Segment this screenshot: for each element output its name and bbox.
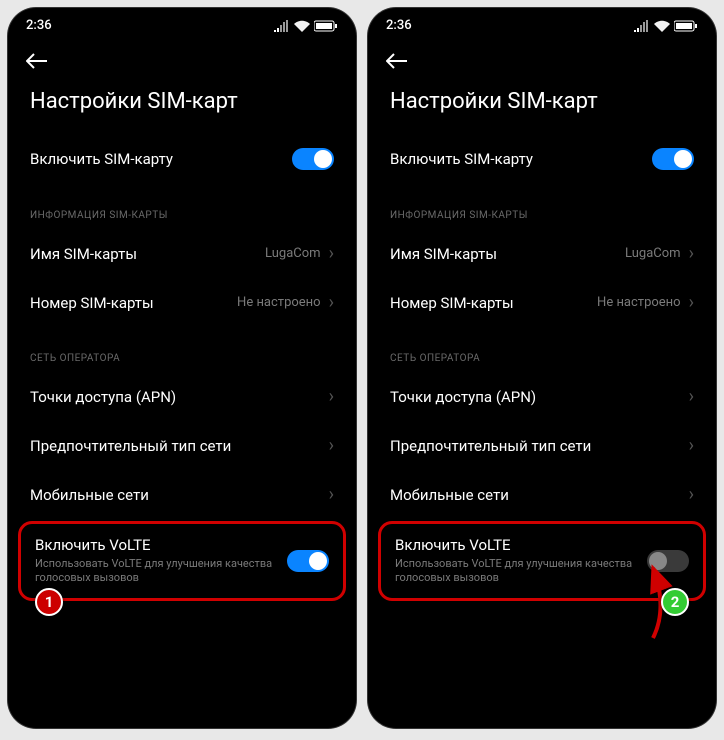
volte-toggle-off[interactable] <box>647 550 689 572</box>
sim-enable-toggle[interactable] <box>652 148 694 170</box>
sim-number-value: Не настроено <box>237 295 321 310</box>
sim-name-value: LugaCom <box>625 246 681 261</box>
signal-icon <box>634 20 650 32</box>
mobile-net-label: Мобильные сети <box>30 486 329 504</box>
sim-enable-label: Включить SIM-карту <box>30 150 292 168</box>
highlight-volte-2: Включить VoLTE Использовать VoLTE для ул… <box>378 521 706 601</box>
row-sim-enable[interactable]: Включить SIM-карту <box>8 134 356 184</box>
row-mobile-net[interactable]: Мобильные сети › <box>368 470 716 519</box>
chevron-right-icon: › <box>689 435 694 456</box>
wifi-icon <box>654 20 670 32</box>
battery-icon <box>674 20 698 32</box>
row-sim-name[interactable]: Имя SIM-карты LugaCom › <box>8 229 356 278</box>
section-network: СЕТЬ ОПЕРАТОРА <box>368 327 716 372</box>
row-sim-name[interactable]: Имя SIM-карты LugaCom › <box>368 229 716 278</box>
phone-screenshot-2: 2:36 Настройки SIM-карт Включить SIM-кар… <box>368 8 716 728</box>
nav-row <box>368 39 716 81</box>
volte-label: Включить VoLTE <box>35 536 287 554</box>
row-sim-number[interactable]: Номер SIM-карты Не настроено › <box>8 278 356 327</box>
status-time: 2:36 <box>386 18 412 33</box>
chevron-right-icon: › <box>329 292 334 313</box>
volte-toggle-on[interactable] <box>287 550 329 572</box>
sim-number-label: Номер SIM-карты <box>390 294 597 312</box>
row-sim-enable[interactable]: Включить SIM-карту <box>368 134 716 184</box>
back-arrow-icon <box>386 53 408 69</box>
row-sim-number[interactable]: Номер SIM-карты Не настроено › <box>368 278 716 327</box>
volte-desc: Использовать VoLTE для улучшения качеств… <box>395 557 647 586</box>
status-icons <box>634 20 698 32</box>
page-title: Настройки SIM-карт <box>368 81 716 134</box>
signal-icon <box>274 20 290 32</box>
apn-label: Точки доступа (APN) <box>390 388 689 406</box>
section-network: СЕТЬ ОПЕРАТОРА <box>8 327 356 372</box>
back-button[interactable] <box>386 53 408 73</box>
sim-name-label: Имя SIM-карты <box>30 245 265 263</box>
phone-screenshot-1: 2:36 Настройки SIM-карт Включить SIM-кар… <box>8 8 356 728</box>
chevron-right-icon: › <box>329 484 334 505</box>
sim-name-value: LugaCom <box>265 246 321 261</box>
status-bar: 2:36 <box>8 8 356 39</box>
row-volte[interactable]: Включить VoLTE Использовать VoLTE для ул… <box>381 524 703 598</box>
nav-row <box>8 39 356 81</box>
chevron-right-icon: › <box>329 243 334 264</box>
sim-enable-toggle[interactable] <box>292 148 334 170</box>
section-sim-info: ИНФОРМАЦИЯ SIM-КАРТЫ <box>368 184 716 229</box>
annotation-badge-2: 2 <box>661 588 689 616</box>
net-type-label: Предпочтительный тип сети <box>30 437 329 455</box>
back-button[interactable] <box>26 53 48 73</box>
status-bar: 2:36 <box>368 8 716 39</box>
net-type-label: Предпочтительный тип сети <box>390 437 689 455</box>
section-sim-info: ИНФОРМАЦИЯ SIM-КАРТЫ <box>8 184 356 229</box>
row-net-type[interactable]: Предпочтительный тип сети › <box>8 421 356 470</box>
page-title: Настройки SIM-карт <box>8 81 356 134</box>
volte-label: Включить VoLTE <box>395 536 647 554</box>
apn-label: Точки доступа (APN) <box>30 388 329 406</box>
sim-enable-label: Включить SIM-карту <box>390 150 652 168</box>
row-apn[interactable]: Точки доступа (APN) › <box>368 372 716 421</box>
sim-name-label: Имя SIM-карты <box>390 245 625 263</box>
chevron-right-icon: › <box>329 435 334 456</box>
row-apn[interactable]: Точки доступа (APN) › <box>8 372 356 421</box>
chevron-right-icon: › <box>689 484 694 505</box>
row-volte[interactable]: Включить VoLTE Использовать VoLTE для ул… <box>21 524 343 598</box>
chevron-right-icon: › <box>689 386 694 407</box>
status-time: 2:36 <box>26 18 52 33</box>
sim-number-value: Не настроено <box>597 295 681 310</box>
sim-number-label: Номер SIM-карты <box>30 294 237 312</box>
chevron-right-icon: › <box>689 292 694 313</box>
highlight-volte-1: Включить VoLTE Использовать VoLTE для ул… <box>18 521 346 601</box>
volte-desc: Использовать VoLTE для улучшения качеств… <box>35 557 287 586</box>
mobile-net-label: Мобильные сети <box>390 486 689 504</box>
wifi-icon <box>294 20 310 32</box>
chevron-right-icon: › <box>329 386 334 407</box>
battery-icon <box>314 20 338 32</box>
row-mobile-net[interactable]: Мобильные сети › <box>8 470 356 519</box>
back-arrow-icon <box>26 53 48 69</box>
status-icons <box>274 20 338 32</box>
row-net-type[interactable]: Предпочтительный тип сети › <box>368 421 716 470</box>
annotation-badge-1: 1 <box>35 588 63 616</box>
chevron-right-icon: › <box>689 243 694 264</box>
